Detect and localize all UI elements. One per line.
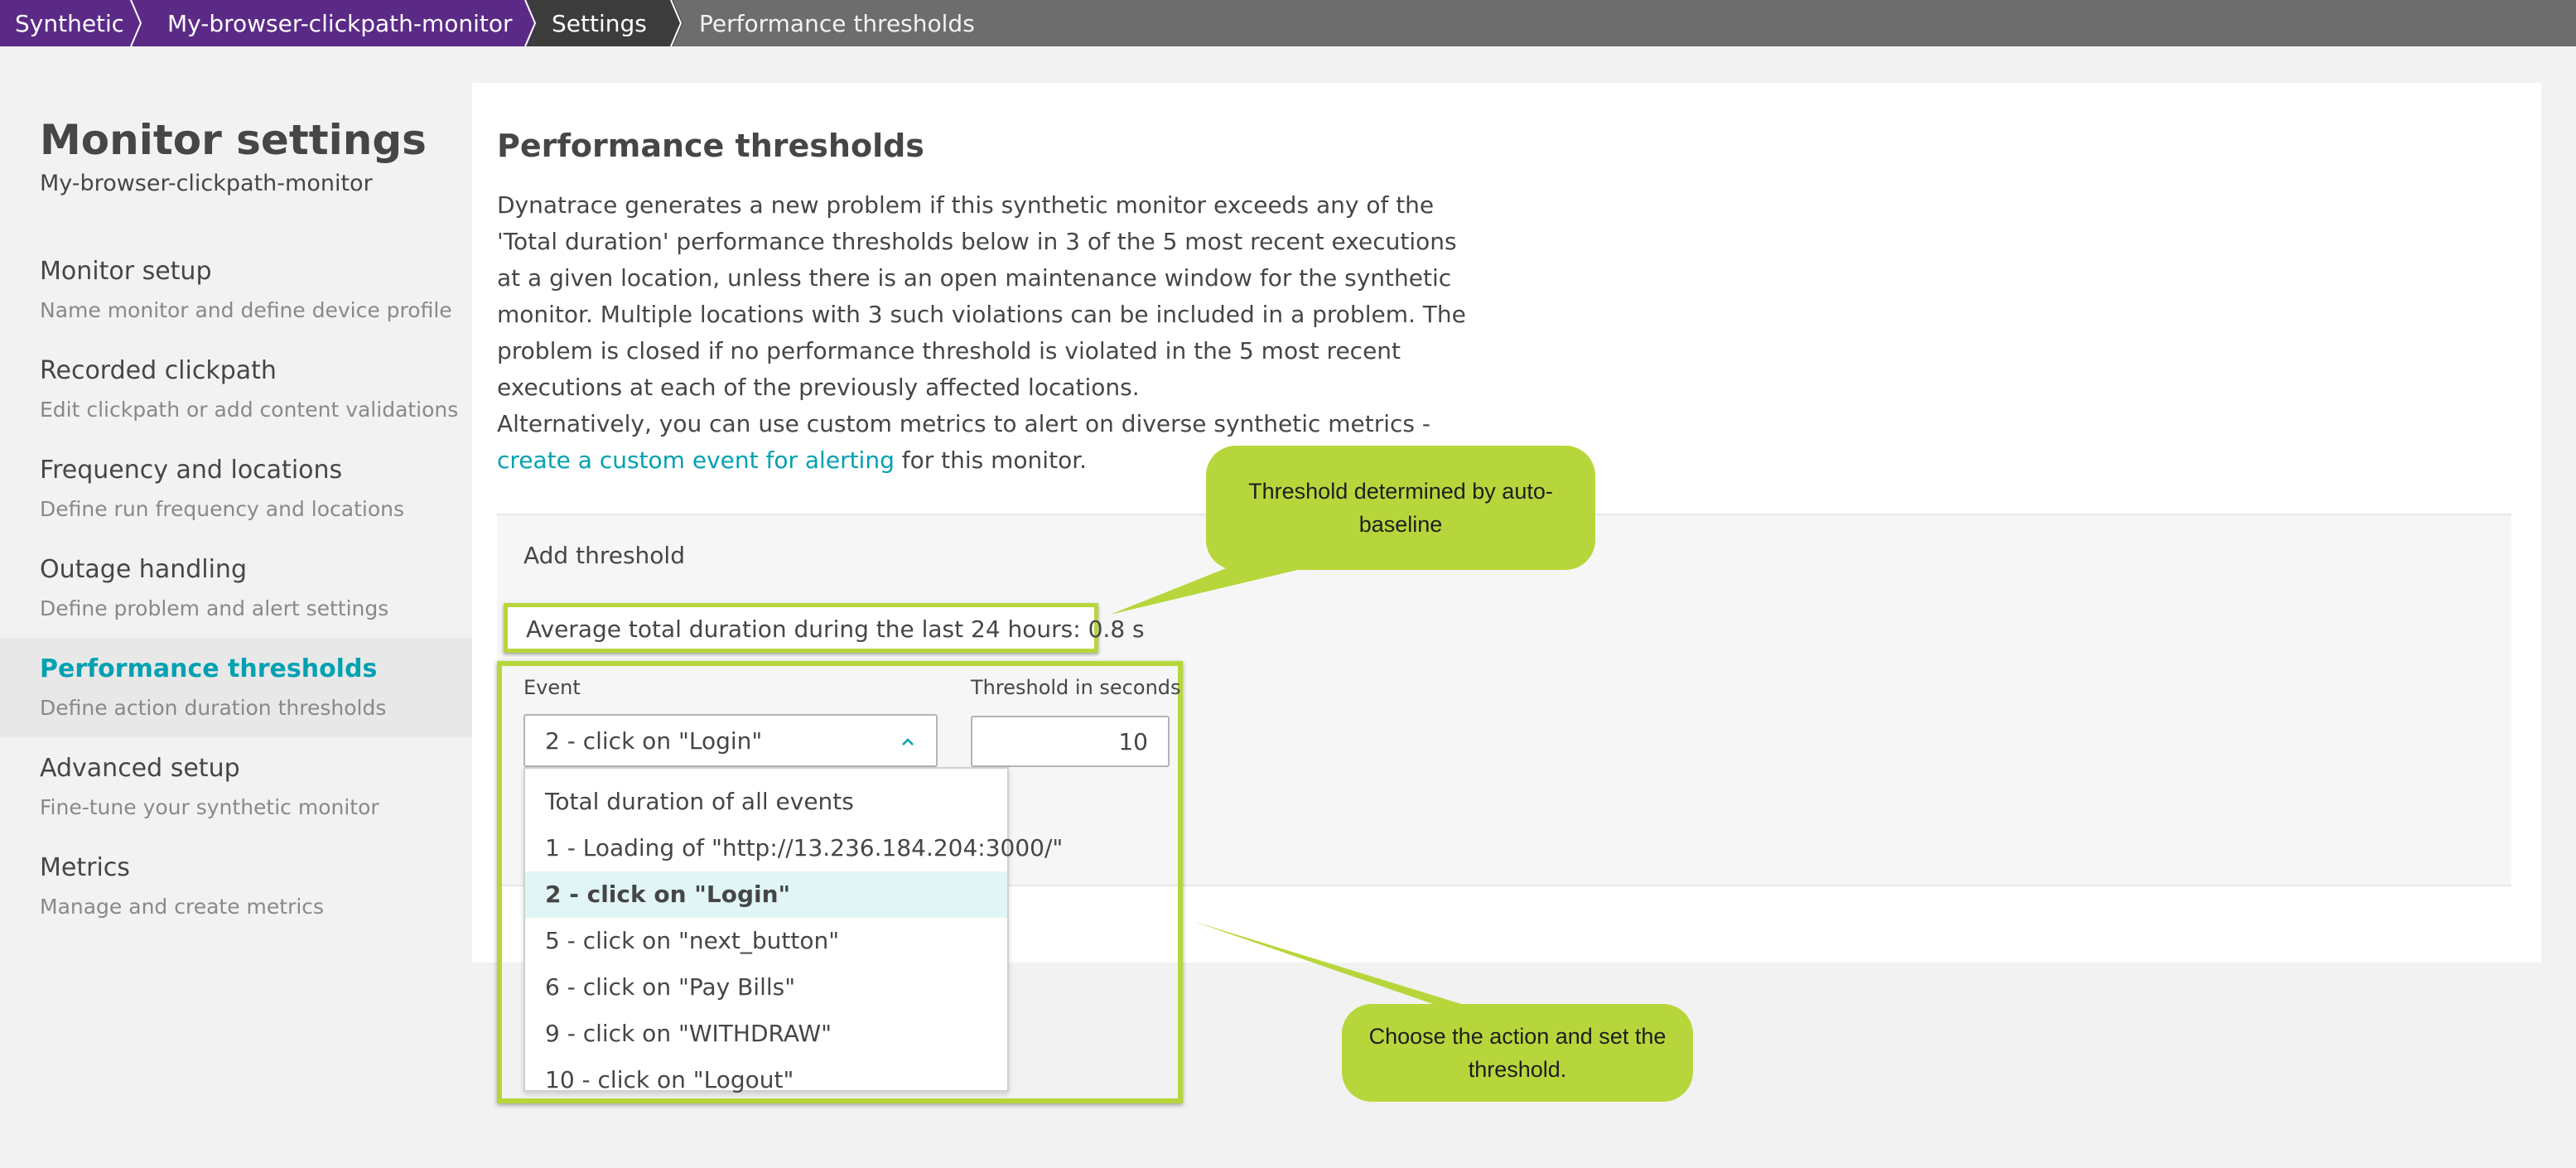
breadcrumb-settings[interactable]: Settings xyxy=(527,0,673,46)
event-select[interactable]: 2 - click on "Login" xyxy=(523,714,938,767)
breadcrumb-monitor[interactable]: My-browser-clickpath-monitor xyxy=(133,0,527,46)
sidebar-subtitle: My-browser-clickpath-monitor xyxy=(40,171,373,196)
sidebar-item-advanced-setup[interactable]: Advanced setup Fine-tune your synthetic … xyxy=(0,737,472,837)
sidebar-item-label: Recorded clickpath xyxy=(40,356,277,385)
sidebar-item-monitor-setup[interactable]: Monitor setup Name monitor and define de… xyxy=(0,240,472,340)
sidebar-item-label: Performance thresholds xyxy=(40,654,378,683)
sidebar-title: Monitor settings xyxy=(40,116,427,164)
add-threshold-heading: Add threshold xyxy=(523,542,685,569)
breadcrumb-current: Performance thresholds xyxy=(699,9,975,37)
average-duration-highlight: Average total duration during the last 2… xyxy=(504,603,1145,653)
dropdown-option[interactable]: 9 - click on "WITHDRAW" xyxy=(525,1011,1007,1057)
sidebar-item-desc: Define action duration thresholds xyxy=(40,696,387,720)
breadcrumb-separator-icon xyxy=(123,0,142,46)
choose-action-callout: Choose the action and set the threshold. xyxy=(1342,1004,1693,1102)
sidebar-item-desc: Name monitor and define device profile xyxy=(40,298,452,322)
threshold-seconds-input[interactable] xyxy=(971,716,1170,767)
event-dropdown-list: Total duration of all events 1 - Loading… xyxy=(523,767,1063,1093)
dropdown-option[interactable]: 5 - click on "next_button" xyxy=(525,918,1007,964)
breadcrumb-separator-icon xyxy=(517,0,537,46)
alternative-text: Alternatively, you can use custom metric… xyxy=(497,410,1431,437)
dropdown-option-selected[interactable]: 2 - click on "Login" xyxy=(525,871,1007,918)
event-select-value: 2 - click on "Login" xyxy=(545,727,763,755)
sidebar-item-desc: Define problem and alert settings xyxy=(40,596,389,620)
alternative-suffix: for this monitor. xyxy=(894,446,1088,474)
sidebar-item-desc: Fine-tune your synthetic monitor xyxy=(40,795,379,819)
breadcrumb-synthetic[interactable]: Synthetic xyxy=(0,0,133,46)
sidebar-item-label: Outage handling xyxy=(40,555,247,584)
sidebar-item-outage-handling[interactable]: Outage handling Define problem and alert… xyxy=(0,538,472,638)
sidebar-item-desc: Define run frequency and locations xyxy=(40,497,405,521)
dropdown-option[interactable]: Total duration of all events xyxy=(525,779,1007,825)
auto-baseline-callout: Threshold determined by auto-baseline xyxy=(1206,446,1595,570)
sidebar-item-frequency-locations[interactable]: Frequency and locations Define run frequ… xyxy=(0,439,472,538)
sidebar-item-desc: Edit clickpath or add content validation… xyxy=(40,398,459,422)
sidebar-item-metrics[interactable]: Metrics Manage and create metrics xyxy=(0,837,472,936)
dropdown-option[interactable]: 10 - click on "Logout" xyxy=(525,1057,1007,1103)
dropdown-option[interactable]: 6 - click on "Pay Bills" xyxy=(525,964,1007,1011)
chevron-up-icon xyxy=(900,734,916,751)
dropdown-option[interactable]: 1 - Loading of "http://13.236.184.204:30… xyxy=(525,825,1063,871)
event-label: Event xyxy=(523,676,581,699)
sidebar-item-desc: Manage and create metrics xyxy=(40,895,325,919)
sidebar-item-label: Metrics xyxy=(40,853,130,882)
breadcrumb: Synthetic My-browser-clickpath-monitor S… xyxy=(0,0,2576,46)
threshold-label: Threshold in seconds xyxy=(971,676,1181,699)
sidebar-item-recorded-clickpath[interactable]: Recorded clickpath Edit clickpath or add… xyxy=(0,340,472,439)
sidebar-item-label: Monitor setup xyxy=(40,257,212,286)
custom-event-link[interactable]: create a custom event for alerting xyxy=(497,446,895,474)
sidebar-item-label: Advanced setup xyxy=(40,754,240,783)
breadcrumb-separator-icon xyxy=(663,0,683,46)
page-title: Performance thresholds xyxy=(497,128,924,164)
description-text: Dynatrace generates a new problem if thi… xyxy=(497,191,1466,401)
average-duration-text: Average total duration during the last 2… xyxy=(526,615,1145,643)
sidebar-item-label: Frequency and locations xyxy=(40,456,343,485)
page-description: Dynatrace generates a new problem if thi… xyxy=(497,187,1474,479)
sidebar-item-performance-thresholds[interactable]: Performance thresholds Define action dur… xyxy=(0,638,472,737)
